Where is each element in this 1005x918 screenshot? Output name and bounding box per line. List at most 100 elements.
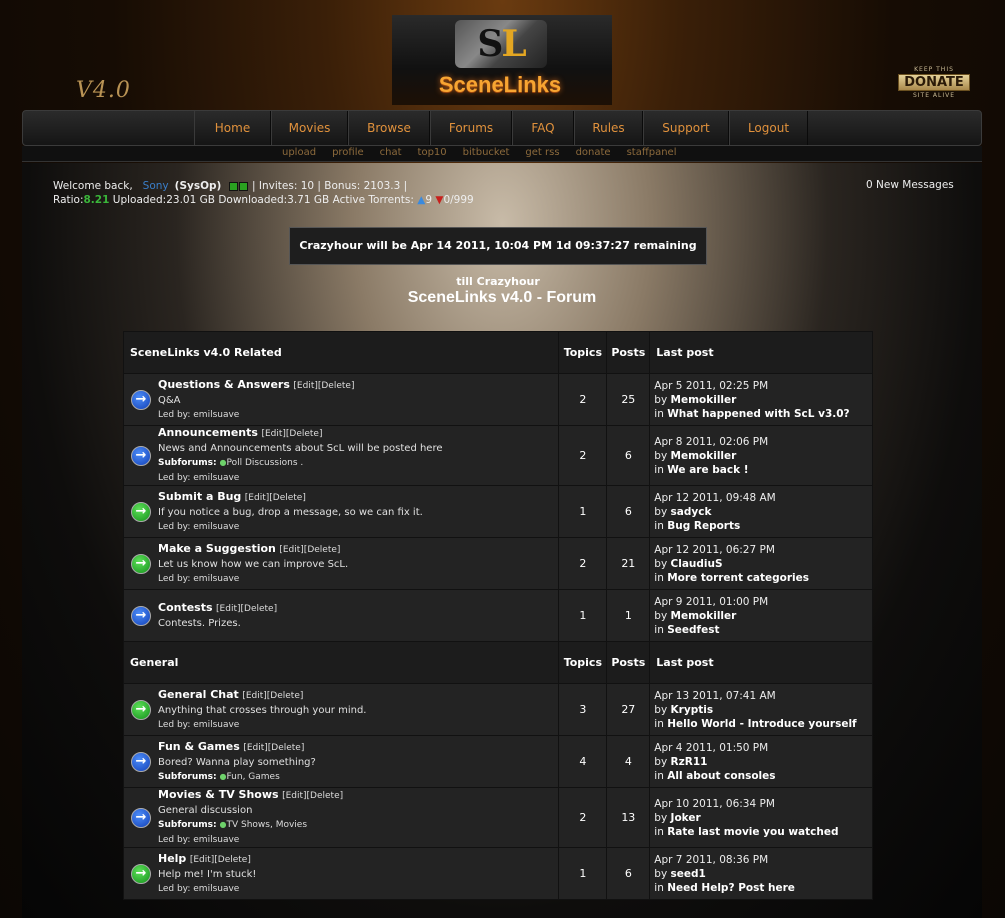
subnav-get-rss[interactable]: get rss <box>525 146 559 160</box>
crazyhour-countdown: Crazyhour will be Apr 14 2011, 10:04 PM … <box>289 227 707 288</box>
nav-faq[interactable]: FAQ <box>512 111 574 145</box>
in-label: in <box>654 519 664 532</box>
forum-info: → Contests [Edit][Delete] Contests. Prizes… <box>122 589 560 642</box>
last-post-topic[interactable]: Rate last movie you watched <box>667 826 838 838</box>
by-label: by <box>654 811 668 824</box>
subforums-label-text: Subforums: <box>158 820 217 830</box>
in-label: in <box>654 623 664 636</box>
site-title[interactable]: SceneLinks <box>400 72 600 98</box>
last-post-date: Apr 13 2011, 07:41 AM <box>654 689 776 702</box>
forum-name-link[interactable]: Movies & TV Shows <box>158 788 279 801</box>
last-post-user[interactable]: RzR11 <box>671 756 708 768</box>
subnav-chat[interactable]: chat <box>380 146 402 160</box>
subnav-top10[interactable]: top10 <box>418 146 447 160</box>
nav-home[interactable]: Home <box>194 111 271 145</box>
last-post-topic[interactable]: More torrent categories <box>667 572 809 584</box>
leader-name[interactable]: emilsuave <box>193 884 239 894</box>
nav-logout[interactable]: Logout <box>729 111 808 145</box>
forum-name-link[interactable]: Submit a Bug <box>158 490 241 503</box>
last-post-user[interactable]: Joker <box>671 812 701 824</box>
subnav-profile[interactable]: profile <box>332 146 364 160</box>
forum-edit-delete-links[interactable]: [Edit][Delete] <box>216 604 277 614</box>
last-post-topic[interactable]: Bug Reports <box>667 520 740 532</box>
subnav-staffpanel[interactable]: staffpanel <box>627 146 677 160</box>
last-post-topic[interactable]: Hello World - Introduce yourself <box>667 718 856 730</box>
forum-name-link[interactable]: Help <box>158 852 186 865</box>
subnav-donate[interactable]: donate <box>576 146 611 160</box>
forum-edit-delete-links[interactable]: [Edit][Delete] <box>261 429 322 439</box>
leader-name[interactable]: emilsuave <box>193 522 239 532</box>
last-post-topic[interactable]: Need Help? Post here <box>667 882 795 894</box>
last-post-topic[interactable]: Seedfest <box>667 624 719 636</box>
last-post-user[interactable]: Memokiller <box>671 394 737 406</box>
forum-description: If you notice a bug, drop a message, so … <box>158 506 423 518</box>
forum-edit-delete-links[interactable]: [Edit][Delete] <box>190 855 251 865</box>
site-logo[interactable]: SL <box>455 20 547 68</box>
leader-name[interactable]: emilsuave <box>193 835 239 845</box>
subforums-list[interactable]: Poll Discussions . <box>226 458 303 468</box>
nav-rules[interactable]: Rules <box>574 111 643 145</box>
forum-edit-delete-links[interactable]: [Edit][Delete] <box>243 743 304 753</box>
forum-name-link[interactable]: Contests <box>158 601 213 614</box>
donate-badge[interactable]: KEEP THIS DONATE SITE ALIVE <box>898 66 970 99</box>
forum-name-link[interactable]: General Chat <box>158 688 239 701</box>
last-post-topic[interactable]: We are back ! <box>667 464 748 476</box>
leader-name[interactable]: emilsuave <box>193 574 239 584</box>
nav-support[interactable]: Support <box>643 111 729 145</box>
forum-row: → Movies & TV Shows [Edit][Delete] General… <box>122 787 873 848</box>
category-name[interactable]: General <box>122 641 560 684</box>
forum-info: → Announcements [Edit][Delete] News and An… <box>122 425 560 486</box>
forum-edit-delete-links[interactable]: [Edit][Delete] <box>293 381 354 391</box>
leader-name[interactable]: emilsuave <box>193 410 239 420</box>
forum-status-icon: → <box>131 807 151 828</box>
forum-name-link[interactable]: Announcements <box>158 426 258 439</box>
last-post-info: Apr 12 2011, 09:48 AM by sadyck in Bug Rep… <box>649 485 873 538</box>
forum-name-link[interactable]: Make a Suggestion <box>158 542 276 555</box>
last-post-user[interactable]: Memokiller <box>671 450 737 462</box>
post-count: 21 <box>606 537 651 590</box>
subforums-list[interactable]: TV Shows, Movies <box>226 820 307 830</box>
last-post-topic[interactable]: All about consoles <box>667 770 775 782</box>
leader-name[interactable]: emilsuave <box>193 720 239 730</box>
forum-edit-delete-links[interactable]: [Edit][Delete] <box>242 691 303 701</box>
forum-row: → Help [Edit][Delete] Help me! I'm stuck! L… <box>122 847 873 900</box>
by-label: by <box>654 449 668 462</box>
subforums-list[interactable]: Fun, Games <box>226 772 279 782</box>
forum-edit-delete-links[interactable]: [Edit][Delete] <box>245 493 306 503</box>
forum-description: Let us know how we can improve ScL. <box>158 558 349 570</box>
by-label: by <box>654 505 668 518</box>
forum-status-icon: → <box>131 699 151 720</box>
forum-edit-delete-links[interactable]: [Edit][Delete] <box>282 791 343 801</box>
subnav-bitbucket[interactable]: bitbucket <box>463 146 510 160</box>
forum-info: → Fun & Games [Edit][Delete] Bored? Wanna … <box>122 735 560 788</box>
led-by-label: Led by: <box>158 883 191 894</box>
posts-column-header: Posts <box>606 641 651 684</box>
forum-name-link[interactable]: Questions & Answers <box>158 378 290 391</box>
post-count: 13 <box>606 787 651 848</box>
category-header-row: SceneLinks v4.0 Related Topics Posts Last p… <box>122 331 873 374</box>
last-post-user[interactable]: Memokiller <box>671 610 737 622</box>
last-post-user[interactable]: ClaudiuS <box>671 558 723 570</box>
invites-bonus: | Invites: 10 | Bonus: 2103.3 | <box>252 180 408 192</box>
category-name[interactable]: SceneLinks v4.0 Related <box>122 331 560 374</box>
messages-link[interactable]: 0 New Messages <box>866 179 954 191</box>
topic-count: 1 <box>558 589 608 642</box>
last-post-date: Apr 12 2011, 06:27 PM <box>654 543 775 556</box>
rank-icon <box>228 181 238 191</box>
nav-browse[interactable]: Browse <box>348 111 430 145</box>
last-post-user[interactable]: seed1 <box>671 868 706 880</box>
last-post-info: Apr 10 2011, 06:34 PM by Joker in Rate las… <box>649 787 873 848</box>
username-link[interactable]: Sony <box>143 180 169 192</box>
last-post-user[interactable]: Kryptis <box>671 704 714 716</box>
in-label: in <box>654 769 664 782</box>
last-post-user[interactable]: sadyck <box>671 506 712 518</box>
forum-info: → Make a Suggestion [Edit][Delete] Let us … <box>122 537 560 590</box>
forum-edit-delete-links[interactable]: [Edit][Delete] <box>279 545 340 555</box>
leeching-count: 0/999 <box>443 194 474 206</box>
subnav-upload[interactable]: upload <box>282 146 316 160</box>
nav-forums[interactable]: Forums <box>430 111 512 145</box>
forum-name-link[interactable]: Fun & Games <box>158 740 240 753</box>
leader-name[interactable]: emilsuave <box>193 473 239 483</box>
last-post-topic[interactable]: What happened with ScL v3.0? <box>667 408 849 420</box>
nav-movies[interactable]: Movies <box>271 111 348 145</box>
